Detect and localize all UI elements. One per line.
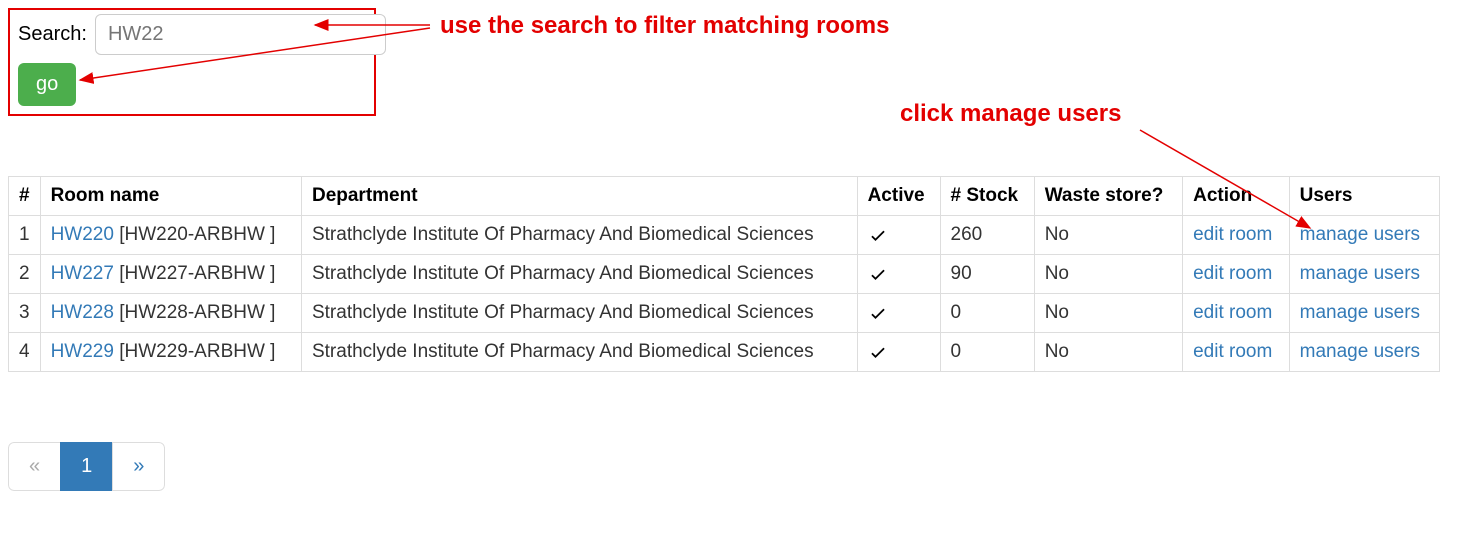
cell-active [857, 333, 940, 372]
col-room-name: Room name [40, 177, 301, 216]
search-input[interactable] [95, 14, 386, 55]
cell-room-name: HW228 [HW228-ARBHW ] [40, 294, 301, 333]
table-row: 2HW227 [HW227-ARBHW ]Strathclyde Institu… [9, 255, 1440, 294]
check-icon [868, 303, 888, 323]
col-department: Department [301, 177, 857, 216]
pagination-page-1[interactable]: 1 [60, 442, 113, 491]
cell-action: edit room [1183, 255, 1290, 294]
cell-users: manage users [1289, 294, 1439, 333]
table-row: 3HW228 [HW228-ARBHW ]Strathclyde Institu… [9, 294, 1440, 333]
cell-room-name: HW220 [HW220-ARBHW ] [40, 216, 301, 255]
cell-active [857, 294, 940, 333]
cell-stock: 260 [940, 216, 1034, 255]
cell-waste: No [1034, 294, 1182, 333]
cell-waste: No [1034, 255, 1182, 294]
manage-users-link[interactable]: manage users [1300, 302, 1420, 323]
table-row: 1HW220 [HW220-ARBHW ]Strathclyde Institu… [9, 216, 1440, 255]
pagination-prev[interactable]: « [8, 442, 61, 491]
table-header-row: # Room name Department Active # Stock Wa… [9, 177, 1440, 216]
edit-room-link[interactable]: edit room [1193, 302, 1272, 323]
edit-room-link[interactable]: edit room [1193, 263, 1272, 284]
check-icon [868, 342, 888, 362]
search-label: Search: [18, 23, 87, 46]
cell-num: 1 [9, 216, 41, 255]
col-num: # [9, 177, 41, 216]
search-box: Search: go [8, 8, 376, 116]
table-row: 4HW229 [HW229-ARBHW ]Strathclyde Institu… [9, 333, 1440, 372]
cell-stock: 0 [940, 333, 1034, 372]
cell-department: Strathclyde Institute Of Pharmacy And Bi… [301, 255, 857, 294]
check-icon [868, 225, 888, 245]
cell-room-name: HW227 [HW227-ARBHW ] [40, 255, 301, 294]
room-code: [HW228-ARBHW ] [114, 302, 276, 323]
cell-num: 4 [9, 333, 41, 372]
cell-waste: No [1034, 333, 1182, 372]
cell-waste: No [1034, 216, 1182, 255]
cell-action: edit room [1183, 294, 1290, 333]
room-link[interactable]: HW220 [51, 224, 114, 245]
manage-users-link[interactable]: manage users [1300, 263, 1420, 284]
annotation-search-hint: use the search to filter matching rooms [440, 12, 889, 40]
cell-department: Strathclyde Institute Of Pharmacy And Bi… [301, 216, 857, 255]
manage-users-link[interactable]: manage users [1300, 224, 1420, 245]
col-active: Active [857, 177, 940, 216]
col-action: Action [1183, 177, 1290, 216]
room-code: [HW229-ARBHW ] [114, 341, 276, 362]
cell-num: 3 [9, 294, 41, 333]
cell-num: 2 [9, 255, 41, 294]
cell-active [857, 216, 940, 255]
cell-department: Strathclyde Institute Of Pharmacy And Bi… [301, 294, 857, 333]
cell-department: Strathclyde Institute Of Pharmacy And Bi… [301, 333, 857, 372]
room-link[interactable]: HW228 [51, 302, 114, 323]
room-code: [HW220-ARBHW ] [114, 224, 276, 245]
cell-users: manage users [1289, 216, 1439, 255]
go-button[interactable]: go [18, 63, 76, 106]
cell-users: manage users [1289, 333, 1439, 372]
cell-action: edit room [1183, 333, 1290, 372]
room-link[interactable]: HW229 [51, 341, 114, 362]
pagination-next[interactable]: » [112, 442, 165, 491]
check-icon [868, 264, 888, 284]
search-row: Search: [18, 14, 366, 55]
cell-stock: 90 [940, 255, 1034, 294]
rooms-table: # Room name Department Active # Stock Wa… [8, 176, 1440, 372]
pagination: « 1 » [8, 442, 165, 491]
annotation-manage-hint: click manage users [900, 100, 1121, 128]
cell-users: manage users [1289, 255, 1439, 294]
col-waste: Waste store? [1034, 177, 1182, 216]
cell-room-name: HW229 [HW229-ARBHW ] [40, 333, 301, 372]
cell-action: edit room [1183, 216, 1290, 255]
edit-room-link[interactable]: edit room [1193, 224, 1272, 245]
col-stock: # Stock [940, 177, 1034, 216]
room-link[interactable]: HW227 [51, 263, 114, 284]
room-code: [HW227-ARBHW ] [114, 263, 276, 284]
col-users: Users [1289, 177, 1439, 216]
cell-active [857, 255, 940, 294]
edit-room-link[interactable]: edit room [1193, 341, 1272, 362]
manage-users-link[interactable]: manage users [1300, 341, 1420, 362]
cell-stock: 0 [940, 294, 1034, 333]
